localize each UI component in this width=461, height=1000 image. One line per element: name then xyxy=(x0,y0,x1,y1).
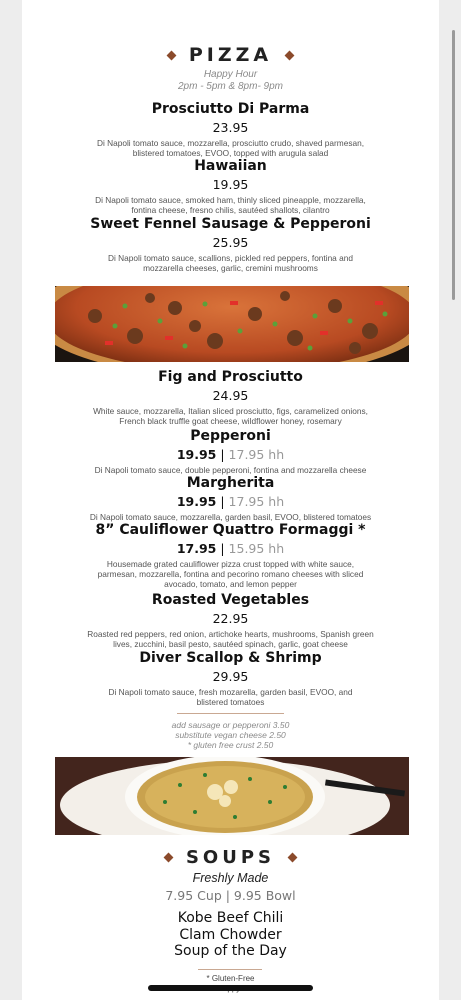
item-price: 19.95 | 17.95 hh xyxy=(22,447,439,462)
menu-item-diver-scallop-shrimp: Diver Scallop & Shrimp 29.95 Di Napoli t… xyxy=(22,650,439,707)
item-price: 25.95 xyxy=(212,235,249,250)
pizza-title: PIZZA xyxy=(188,44,273,66)
item-price: 23.95 xyxy=(212,120,249,135)
item-description: fontina cheese, fresno chilis, sautéed s… xyxy=(131,205,330,215)
item-name: Hawaiian xyxy=(194,158,267,174)
menu-item-prosciutto-di-parma: Prosciutto Di Parma 23.95 Di Napoli toma… xyxy=(22,101,439,158)
item-price: 17.95 | 15.95 hh xyxy=(22,541,439,556)
addon-item: substitute vegan cheese 2.50 xyxy=(175,730,286,740)
item-description: blistered tomatoes xyxy=(196,697,265,707)
menu-item-margherita: Margherita 19.95 | 17.95 hh Di Napoli to… xyxy=(22,475,439,522)
footer-note-gluten-free: * Gluten-Free xyxy=(206,974,255,983)
item-description: Roasted red peppers, red onion, artichok… xyxy=(87,629,374,639)
menu-item-cauliflower-quattro-formaggi: 8” Cauliflower Quattro Formaggi * 17.95 … xyxy=(22,522,439,589)
item-price: 19.95 | 17.95 hh xyxy=(22,494,439,509)
price-happy-hour: 17.95 hh xyxy=(228,447,285,462)
soups-section-title: SOUPS xyxy=(22,847,439,868)
item-price: 29.95 xyxy=(212,669,249,684)
soup-item: Kobe Beef Chili xyxy=(177,910,284,926)
menu-item-hawaiian: Hawaiian 19.95 Di Napoli tomato sauce, s… xyxy=(22,158,439,215)
divider xyxy=(177,713,284,714)
item-price: 24.95 xyxy=(212,388,249,403)
home-indicator[interactable] xyxy=(148,985,313,991)
item-description: blistered tomatoes, EVOO, topped with ar… xyxy=(132,148,329,158)
price-regular: 17.95 xyxy=(176,541,217,556)
menu-page: PIZZA Happy Hour 2pm - 5pm & 8pm- 9pm Pr… xyxy=(22,0,439,1000)
diamond-ornament-icon xyxy=(287,852,298,863)
price-regular: 19.95 xyxy=(176,494,217,509)
footer-notes: * Gluten-Free hh - Happy Hour xyxy=(22,974,439,994)
item-name: Margherita xyxy=(186,475,275,491)
diamond-ornament-icon xyxy=(284,50,295,60)
price-separator: | xyxy=(216,447,229,462)
soups-prices: 7.95 Cup | 9.95 Bowl xyxy=(165,888,296,903)
item-description: Di Napoli tomato sauce, mozzarella, gard… xyxy=(89,512,372,522)
soup-photo xyxy=(55,757,409,835)
pizza-photo xyxy=(55,286,409,362)
item-price: 22.95 xyxy=(212,611,249,626)
happy-hour-label: Happy Hour xyxy=(203,69,258,80)
price-happy-hour: 15.95 hh xyxy=(228,541,285,556)
price-regular: 19.95 xyxy=(176,447,217,462)
menu-item-roasted-vegetables: Roasted Vegetables 22.95 Roasted red pep… xyxy=(22,592,439,649)
menu-item-pepperoni: Pepperoni 19.95 | 17.95 hh Di Napoli tom… xyxy=(22,428,439,475)
price-happy-hour: 17.95 hh xyxy=(228,494,285,509)
item-description: Di Napoli tomato sauce, mozzarella, pros… xyxy=(96,138,364,148)
soups-list: Kobe Beef Chili Clam Chowder Soup of the… xyxy=(22,910,439,960)
divider xyxy=(198,969,262,970)
item-name: Fig and Prosciutto xyxy=(158,369,303,385)
item-description: lives, zucchini, basil pesto, sautéed sp… xyxy=(113,639,348,649)
pizza-section-title: PIZZA xyxy=(22,44,439,66)
item-description: Di Napoli tomato sauce, fresh mozarella,… xyxy=(108,687,353,697)
menu-item-sweet-fennel-sausage-pepperoni: Sweet Fennel Sausage & Pepperoni 25.95 D… xyxy=(22,216,439,273)
scrollbar[interactable] xyxy=(452,30,455,300)
item-description: Di Napoli tomato sauce, smoked ham, thin… xyxy=(95,195,366,205)
soups-subtitle: Freshly Made xyxy=(192,871,269,885)
item-name: Prosciutto Di Parma xyxy=(151,101,310,117)
item-name: Roasted Vegetables xyxy=(151,592,310,608)
item-description: Housemade grated cauliflower pizza crust… xyxy=(106,559,355,569)
item-name: 8” Cauliflower Quattro Formaggi * xyxy=(95,522,366,538)
soup-item: Soup of the Day xyxy=(174,943,287,959)
item-description: mozzarella cheeses, garlic, cremini mush… xyxy=(143,263,318,273)
item-price: 19.95 xyxy=(212,177,249,192)
soups-title: SOUPS xyxy=(185,847,276,868)
item-name: Diver Scallop & Shrimp xyxy=(139,650,322,666)
item-description: Di Napoli tomato sauce, double pepperoni… xyxy=(94,465,367,475)
price-separator: | xyxy=(216,541,229,556)
item-name: Pepperoni xyxy=(190,428,271,444)
item-name: Sweet Fennel Sausage & Pepperoni xyxy=(90,216,371,232)
soup-item: Clam Chowder xyxy=(179,926,282,943)
menu-item-fig-and-prosciutto: Fig and Prosciutto 24.95 White sauce, mo… xyxy=(22,369,439,426)
price-separator: | xyxy=(216,494,229,509)
diamond-ornament-icon xyxy=(163,852,174,863)
diamond-ornament-icon xyxy=(166,50,177,60)
addons-list: add sausage or pepperoni 3.50 substitute… xyxy=(22,720,439,750)
item-description: White sauce, mozzarella, Italian sliced … xyxy=(93,406,368,416)
addon-item: * gluten free crust 2.50 xyxy=(187,740,274,750)
happy-hour-times: 2pm - 5pm & 8pm- 9pm xyxy=(177,81,284,92)
item-description: Di Napoli tomato sauce, scallions, pickl… xyxy=(108,253,353,263)
item-description: French black truffle goat cheese, wildfl… xyxy=(119,416,342,426)
item-description: parmesan, mozzarella, fontina and pecori… xyxy=(97,569,364,579)
item-description: avocado, tomato, and lemon pepper xyxy=(164,579,297,589)
addon-item: add sausage or pepperoni 3.50 xyxy=(171,720,290,730)
